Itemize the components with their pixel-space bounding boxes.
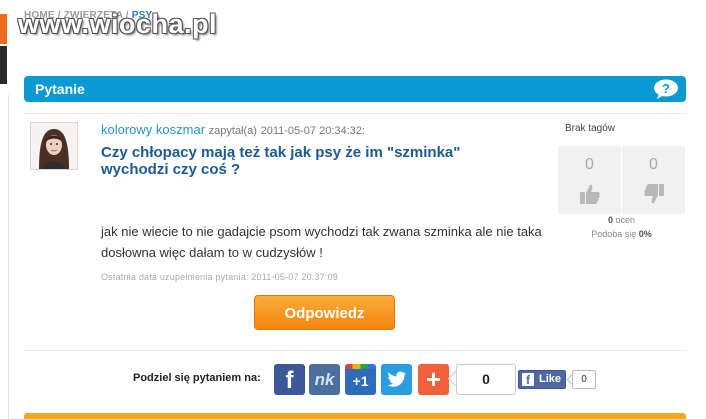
google-color-strip xyxy=(345,364,376,369)
google-plus-one-label: +1 xyxy=(352,373,369,389)
question-author-line: kolorowy koszmar zapytał(a) 2011-05-07 2… xyxy=(101,122,365,137)
vote-down-button[interactable]: 0 xyxy=(622,146,685,214)
asked-date: 2011-05-07 20:34:32: xyxy=(260,125,365,137)
facebook-f-icon: f xyxy=(522,373,534,387)
question-header-bar: Pytanie ? xyxy=(24,76,686,102)
speech-bubble-question-icon[interactable]: ? xyxy=(653,79,679,99)
nk-share-icon[interactable]: nk xyxy=(309,364,340,395)
answer-button[interactable]: Odpowiedz xyxy=(254,295,395,330)
question-body: jak nie wiecie to nie gadajcie psom wych… xyxy=(101,224,542,260)
likes-pct-value: 0% xyxy=(638,229,652,239)
facebook-like-button[interactable]: f Like xyxy=(518,370,566,389)
content-box-border xyxy=(24,113,686,114)
ratings-count: 0 ocen xyxy=(558,215,685,225)
twitter-share-icon[interactable] xyxy=(381,364,412,395)
thumbs-up-icon xyxy=(578,182,602,206)
facebook-like-count: 0 xyxy=(572,370,596,389)
google-plus-one-icon[interactable]: +1 xyxy=(345,364,376,395)
share-label: Podziel się pytaniem na: xyxy=(133,372,261,384)
avatar[interactable] xyxy=(30,122,78,170)
thumbs-down-icon xyxy=(642,182,666,206)
next-section-header-strip xyxy=(24,413,686,419)
left-border-line xyxy=(8,95,9,419)
last-updated-text: Ostatnia data uzupełnienia pytania: 2011… xyxy=(101,272,339,282)
left-accent-orange xyxy=(0,14,7,44)
asked-label: zapytał(a) xyxy=(208,125,257,137)
svg-text:?: ? xyxy=(662,81,670,96)
share-count: 0 xyxy=(456,364,516,395)
section-divider xyxy=(24,350,686,351)
likes-percentage: Podoba się 0% xyxy=(558,229,685,239)
vote-down-count: 0 xyxy=(649,156,658,173)
tags-empty-label: Brak tagów xyxy=(565,123,616,134)
left-accent-dark xyxy=(0,46,7,84)
vote-up-count: 0 xyxy=(585,156,594,173)
facebook-like-label: Like xyxy=(539,373,562,385)
vote-up-button[interactable]: 0 xyxy=(558,146,621,214)
likes-label: Podoba się xyxy=(591,229,639,239)
header-title: Pytanie xyxy=(35,81,85,97)
question-title: Czy chłopacy mają też tak jak psy że im … xyxy=(101,144,461,178)
ratings-count-label: ocen xyxy=(612,215,636,225)
site-watermark: www.wiocha.pl xyxy=(18,9,218,39)
facebook-share-icon[interactable]: f xyxy=(274,364,305,395)
author-link[interactable]: kolorowy koszmar xyxy=(101,122,205,137)
more-share-plus-icon[interactable]: + xyxy=(418,364,449,395)
